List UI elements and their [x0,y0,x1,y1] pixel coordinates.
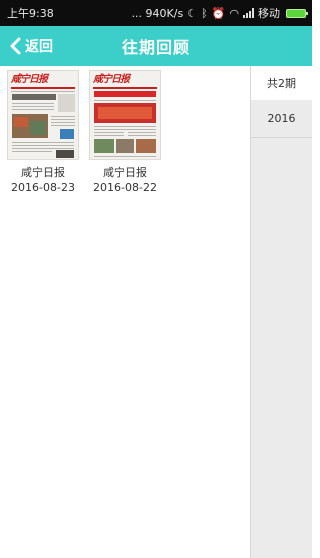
signal-icon [243,8,254,18]
year-item-2016[interactable]: 2016 [251,100,312,138]
wifi-icon: ◠ [229,6,239,20]
newspaper-masthead: 咸宁日报 [11,74,48,85]
status-bar: 上午9:38 ... 940K/s ☾ ᛒ ⏰ ◠ 移动 [0,0,312,26]
status-indicators: ... 940K/s ☾ ᛒ ⏰ ◠ 移动 [131,5,308,21]
issue-date: 2016-08-23 [11,181,75,194]
issue-caption: 咸宁日报 2016-08-22 [89,165,161,195]
page-title: 往期回顾 [121,38,190,57]
title-bar: 返回 往期回顾 [0,26,312,66]
issue-grid: 咸宁日报 咸宁日报 2016-08-23 咸宁日报 咸宁日报 2016-08-2… [0,66,250,558]
issue-name: 咸宁日报 [103,166,147,179]
back-button[interactable]: 返回 [8,26,53,66]
newspaper-masthead: 咸宁日报 [93,74,130,85]
carrier-label: 移动 [258,7,280,20]
back-label: 返回 [25,39,53,55]
issue-item[interactable]: 咸宁日报 咸宁日报 2016-08-23 [7,70,79,195]
network-speed: ... 940K/s [131,6,184,20]
issue-caption: 咸宁日报 2016-08-23 [7,165,79,195]
moon-icon: ☾ [187,6,198,20]
issue-name: 咸宁日报 [21,166,65,179]
issue-count-label: 共2期 [251,66,312,100]
alarm-icon: ⏰ [211,6,226,20]
chevron-left-icon [10,37,21,55]
battery-icon [286,8,308,18]
year-panel: 共2期 2016 [250,66,312,558]
issue-date: 2016-08-22 [93,181,157,194]
newspaper-thumbnail[interactable]: 咸宁日报 [89,70,161,160]
issue-item[interactable]: 咸宁日报 咸宁日报 2016-08-22 [89,70,161,195]
bluetooth-icon: ᛒ [201,6,208,20]
newspaper-thumbnail[interactable]: 咸宁日报 [7,70,79,160]
status-time: 上午9:38 [7,7,54,20]
